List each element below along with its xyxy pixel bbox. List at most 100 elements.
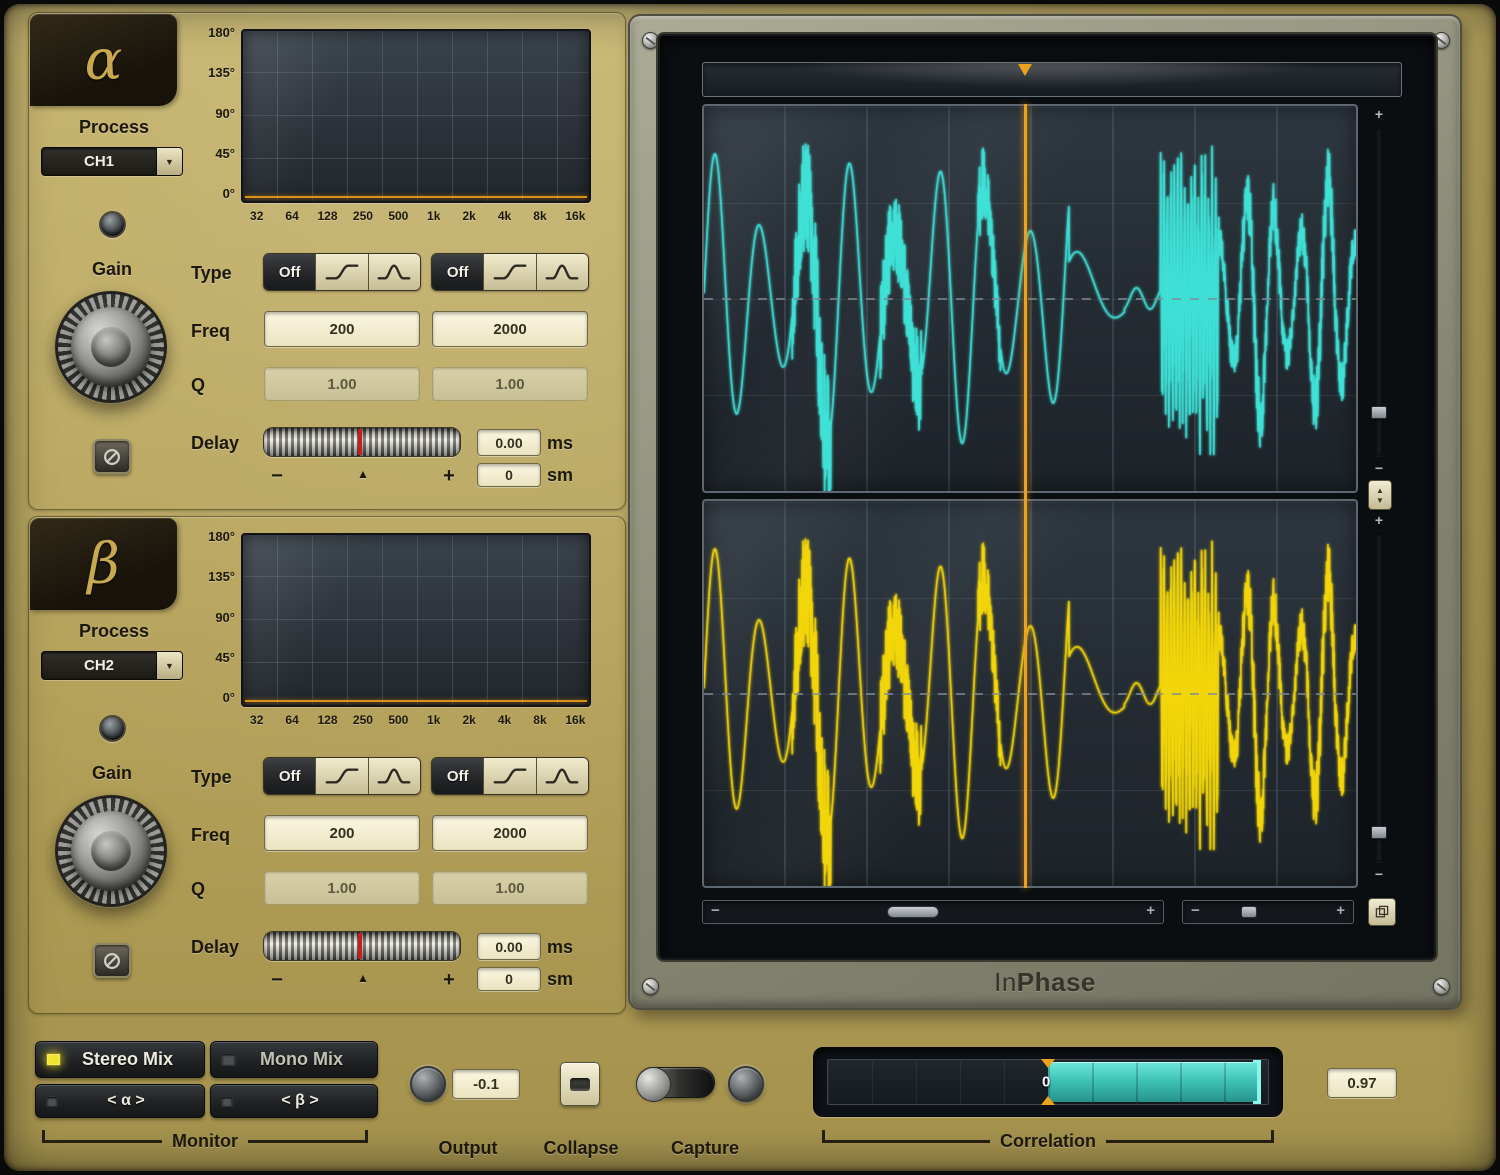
filter1-bell-button[interactable] [369, 758, 420, 794]
zoom-in-label[interactable]: + [1366, 106, 1392, 122]
correlation-zero-marker-icon [1041, 1059, 1055, 1068]
stereo-mix-button[interactable]: Stereo Mix [35, 1041, 205, 1078]
tick-label: 32 [239, 713, 274, 727]
filter1-off-button[interactable]: Off [264, 758, 316, 794]
delay-slider[interactable] [263, 931, 461, 961]
sm-unit-label: sm [547, 969, 573, 990]
delay-samples-value[interactable]: 0 [477, 967, 541, 991]
delay-plus-button[interactable]: + [437, 969, 461, 992]
zoom-in-label[interactable]: + [1336, 902, 1345, 919]
slider-thumb[interactable] [1371, 406, 1387, 419]
correlation-scale: 0 [827, 1059, 1269, 1105]
bracket-line [248, 1140, 365, 1143]
correlation-zero-label: 0 [1042, 1074, 1050, 1091]
vertical-zoom-slider-bottom[interactable]: + − [1366, 514, 1392, 880]
monitor-alpha-button[interactable]: < α > [35, 1084, 205, 1118]
beta-symbol: β [87, 532, 119, 597]
shelf-curve-icon [492, 261, 528, 283]
graph-y-labels: 180°135°90°45°0° [175, 25, 235, 201]
playhead-marker-icon[interactable] [1018, 64, 1032, 76]
panel-link-spinner-button[interactable]: ▲ ▼ [1368, 480, 1392, 510]
playhead-cursor[interactable] [1024, 104, 1027, 888]
delay-minus-button[interactable]: − [265, 969, 289, 992]
scroll-left-label[interactable]: − [711, 902, 720, 919]
vertical-zoom-slider-top[interactable]: + − [1366, 108, 1392, 474]
overview-strip[interactable] [702, 62, 1402, 97]
plugin-title-in: In [994, 967, 1017, 997]
horizontal-zoom-slider[interactable]: − + [1182, 900, 1354, 924]
delay-ms-value[interactable]: 0.00 [477, 933, 541, 960]
correlation-value[interactable]: 0.97 [1327, 1068, 1397, 1098]
tick-label: 8k [522, 713, 557, 727]
scroll-right-label[interactable]: + [1146, 902, 1155, 919]
delay-samples-value[interactable]: 0 [477, 463, 541, 487]
monitor-beta-button[interactable]: < β > [210, 1084, 378, 1118]
delay-ms-value[interactable]: 0.00 [477, 429, 541, 456]
phase-invert-button[interactable] [93, 943, 131, 978]
q-label: Q [191, 375, 205, 396]
graph-y-labels: 180°135°90°45°0° [175, 529, 235, 705]
zoom-in-label[interactable]: + [1366, 512, 1392, 528]
process-select[interactable]: CH1 ▼ [41, 147, 183, 176]
gain-knob[interactable] [55, 795, 167, 907]
gain-led-button[interactable] [99, 715, 126, 742]
delay-slider[interactable] [263, 427, 461, 457]
q2-value[interactable]: 1.00 [432, 367, 588, 401]
filter1-shelf-button[interactable] [316, 758, 368, 794]
shelf-curve-icon [324, 261, 360, 283]
zoom-out-label[interactable]: − [1191, 902, 1200, 919]
process-select[interactable]: CH2 ▼ [41, 651, 183, 680]
correlation-label: Correlation [1000, 1131, 1096, 1152]
waveform-panel-beta[interactable] [702, 499, 1358, 888]
delay-minus-button[interactable]: − [265, 465, 289, 488]
zoom-out-label[interactable]: − [1366, 460, 1392, 476]
process-label: Process [39, 117, 189, 138]
copy-view-button[interactable] [1368, 898, 1396, 926]
zoom-out-label[interactable]: − [1366, 866, 1392, 882]
ms-unit-label: ms [547, 937, 573, 958]
spin-up-icon[interactable]: ▲ [1376, 486, 1384, 495]
filter2-off-button[interactable]: Off [432, 758, 484, 794]
phase-invert-button[interactable] [93, 439, 131, 474]
q1-value[interactable]: 1.00 [264, 367, 420, 401]
q1-value[interactable]: 1.00 [264, 871, 420, 905]
filter2-shelf-button[interactable] [484, 254, 536, 290]
q2-value[interactable]: 1.00 [432, 871, 588, 905]
correlation-zero-marker-icon [1041, 1096, 1055, 1105]
filter2-bell-button[interactable] [537, 758, 588, 794]
collapse-icon [570, 1078, 590, 1091]
filter1-off-button[interactable]: Off [264, 254, 316, 290]
freq2-value[interactable]: 2000 [432, 311, 588, 347]
capture-toggle[interactable] [637, 1067, 715, 1098]
filter1-bell-button[interactable] [369, 254, 420, 290]
slider-thumb[interactable] [1241, 906, 1257, 918]
freq2-value[interactable]: 2000 [432, 815, 588, 851]
waveform-panel-alpha[interactable] [702, 104, 1358, 493]
delay-plus-button[interactable]: + [437, 465, 461, 488]
filter2-off-button[interactable]: Off [432, 254, 484, 290]
collapse-button[interactable] [560, 1062, 600, 1106]
filter2-shelf-button[interactable] [484, 758, 536, 794]
freq1-value[interactable]: 200 [264, 815, 420, 851]
slider-thumb[interactable] [1371, 826, 1387, 839]
capture-knob[interactable] [728, 1066, 764, 1102]
tick-label: 64 [274, 713, 309, 727]
tick-label: 135° [208, 569, 235, 584]
freq1-value[interactable]: 200 [264, 311, 420, 347]
output-value[interactable]: -0.1 [452, 1069, 520, 1099]
mono-mix-button[interactable]: Mono Mix [210, 1041, 378, 1078]
spin-down-icon[interactable]: ▼ [1376, 496, 1384, 505]
scrollbar-thumb[interactable] [887, 906, 939, 918]
tick-label: 8k [522, 209, 557, 223]
filter1-shelf-button[interactable] [316, 254, 368, 290]
horizontal-scrollbar[interactable]: − + [702, 900, 1164, 924]
slider-track[interactable] [1375, 532, 1383, 862]
tick-label: 32 [239, 209, 274, 223]
filter2-bell-button[interactable] [537, 254, 588, 290]
gain-led-button[interactable] [99, 211, 126, 238]
delay-pointer-icon: ▲ [351, 971, 375, 985]
gain-knob[interactable] [55, 291, 167, 403]
plugin-title-phase: Phase [1017, 967, 1096, 997]
tick-label: 0° [223, 690, 235, 705]
output-knob[interactable] [410, 1066, 446, 1102]
